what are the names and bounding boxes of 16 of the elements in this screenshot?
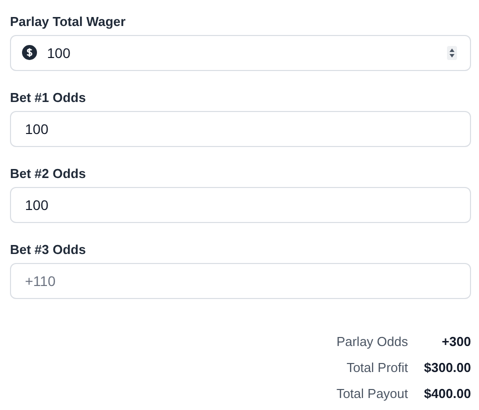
field-label: Bet #3 Odds [10,241,87,259]
input-field[interactable]: +110 [10,263,471,299]
result-value: $300.00 [423,359,471,377]
input-field[interactable]: 100 [10,111,471,147]
field-label: Parlay Total Wager [10,13,127,31]
field-label: Bet #2 Odds [10,165,87,183]
result-label: Parlay Odds [336,333,408,351]
result-value: +300 [440,333,471,351]
result-label: Total Profit [346,359,408,377]
input-field[interactable]: 100 [10,35,471,71]
result-value: $400.00 [423,385,471,403]
input-field[interactable]: 100 [10,187,471,223]
spinner-arrows-icon[interactable] [447,46,457,60]
field-label: Bet #1 Odds [10,89,87,107]
result-label: Total Payout [336,385,408,403]
dollar-icon [22,45,37,60]
